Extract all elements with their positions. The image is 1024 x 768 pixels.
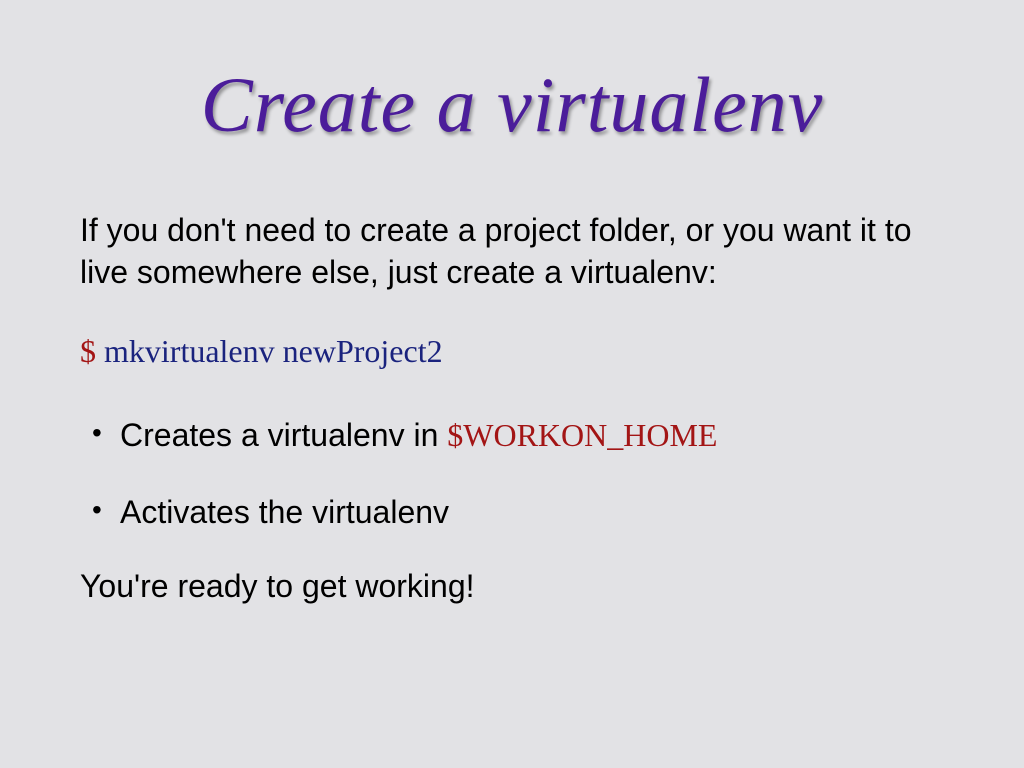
bullet-list: Creates a virtualenv in $WORKON_HOME Act… [80,415,944,533]
list-item: Creates a virtualenv in $WORKON_HOME [80,415,944,457]
env-var: $WORKON_HOME [447,417,717,453]
slide: Create a virtualenv If you don't need to… [0,0,1024,768]
list-item: Activates the virtualenv [80,492,944,534]
bullet-text: Creates a virtualenv in [120,417,447,453]
intro-paragraph: If you don't need to create a project fo… [80,210,944,293]
shell-command: mkvirtualenv newProject2 [104,333,443,369]
shell-prompt: $ [80,333,96,369]
slide-title: Create a virtualenv [80,60,944,150]
command-line: $ mkvirtualenv newProject2 [80,333,944,370]
closing-paragraph: You're ready to get working! [80,568,944,605]
bullet-text: Activates the virtualenv [120,494,449,530]
